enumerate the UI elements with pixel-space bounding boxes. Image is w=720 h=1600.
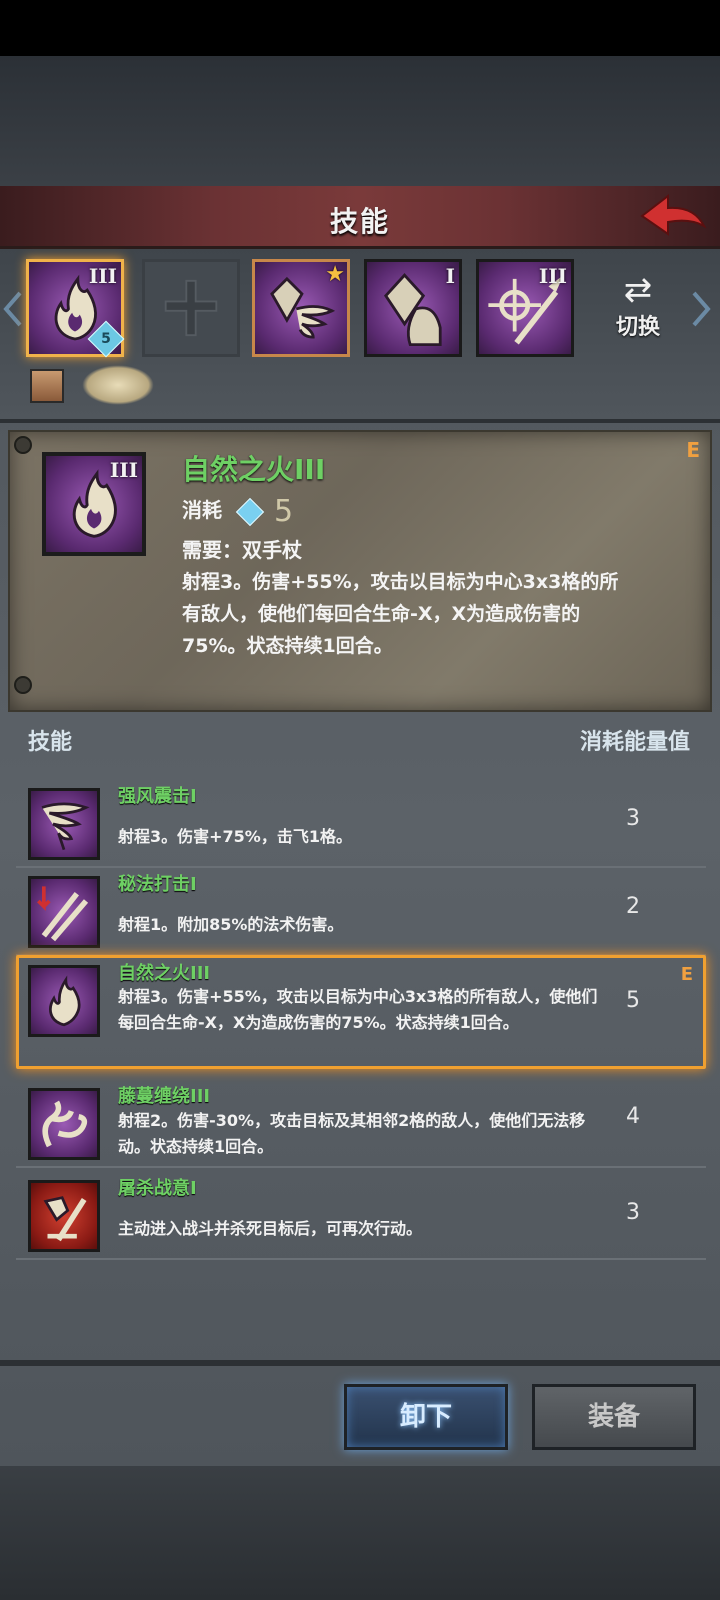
star-icon: ★	[325, 262, 345, 287]
status-bar-area	[0, 0, 720, 56]
slaughter-icon	[43, 1196, 87, 1242]
equipped-slot-3[interactable]: ★	[252, 259, 350, 357]
detail-cost: 消耗 5	[182, 494, 293, 529]
skill-description: 射程3。伤害+55%，攻击以目标为中心3x3格的所有敌人，使他们每回合生命-X，…	[118, 987, 598, 1032]
skill-name: 自然之火III	[118, 963, 211, 984]
back-button[interactable]	[638, 190, 708, 240]
skill-cost: 4	[626, 1104, 640, 1129]
next-arrow-icon[interactable]	[690, 289, 712, 329]
page-title: 技能	[329, 205, 390, 238]
skill-name: 屠杀战意I	[118, 1178, 197, 1199]
skill-cost: 5	[626, 988, 640, 1013]
title-bar: 技能	[0, 186, 720, 249]
equipped-slot-1[interactable]: III 5	[26, 259, 125, 358]
slot-rank-numeral: III	[538, 264, 567, 288]
divider	[0, 1360, 720, 1366]
list-header-skill: 技能	[28, 730, 73, 755]
slot-rank-numeral: I	[445, 264, 455, 288]
skill-icon	[28, 1180, 100, 1252]
detail-requirement: 需要：双手杖	[182, 538, 302, 562]
skill-icon	[28, 876, 100, 948]
skill-detail-card: III 自然之火III E 消耗 5 需要：双手杖 射程3。伤害+55%，攻击以目…	[8, 430, 712, 712]
switch-button[interactable]: ⇄ 切换	[606, 271, 670, 351]
skill-icon	[28, 1088, 100, 1160]
equipped-slot-5[interactable]: III	[476, 259, 574, 357]
rivet-decoration	[14, 676, 32, 694]
vine-icon	[42, 1100, 88, 1148]
equipped-slot-empty[interactable]	[142, 259, 240, 357]
skill-description: 射程3。伤害+75%，击飞1格。	[118, 827, 352, 846]
slot-rank-numeral: III	[88, 264, 117, 288]
detail-skill-name: 自然之火III	[182, 453, 326, 486]
skill-row[interactable]: 强风震击I 射程3。伤害+75%，击飞1格。 3	[16, 778, 706, 868]
equipped-slot-4[interactable]: I	[364, 259, 462, 357]
arcane-spears-icon	[37, 886, 89, 942]
skill-rank-label: E	[680, 964, 693, 985]
empty-slot-cross-icon	[164, 279, 218, 337]
flame-icon	[49, 975, 81, 1027]
equipped-skills-row: III 5 ★ I III ⇄ 切换	[0, 249, 720, 423]
skill-icon	[28, 965, 100, 1037]
cost-value: 5	[274, 494, 294, 529]
detail-rank-label: E	[686, 438, 700, 462]
skill-icon	[28, 788, 100, 860]
skill-cost: 3	[626, 806, 640, 831]
cost-label: 消耗	[182, 498, 222, 522]
skill-row[interactable]: 藤蔓缠绕III 射程2。伤害-30%，攻击目标及其相邻2格的敌人，使他们无法移动…	[16, 1078, 706, 1168]
skill-description: 射程2。伤害-30%，攻击目标及其相邻2格的敌人，使他们无法移动。状态持续1回合…	[118, 1111, 586, 1156]
prev-arrow-icon[interactable]	[2, 289, 24, 329]
skill-name: 强风震击I	[118, 786, 197, 807]
skill-cost: 3	[626, 1200, 640, 1225]
skill-cost: 2	[626, 894, 640, 919]
detail-rank-numeral: III	[109, 458, 138, 482]
skill-list-header: 技能 消耗能量值	[0, 718, 720, 758]
switch-label: 切换	[615, 315, 660, 340]
scroll-item-icon[interactable]	[82, 365, 154, 405]
skill-row-selected[interactable]: 自然之火III 射程3。伤害+55%，攻击以目标为中心3x3格的所有敌人，使他们…	[16, 955, 706, 1069]
skill-row[interactable]: 秘法打击I 射程1。附加85%的法术伤害。 2	[16, 866, 706, 956]
skill-description: 主动进入战斗并杀死目标后，可再次行动。	[118, 1219, 423, 1238]
list-header-cost: 消耗能量值	[579, 730, 690, 755]
skill-name: 藤蔓缠绕III	[118, 1086, 211, 1107]
equip-button[interactable]: 装备	[532, 1384, 696, 1450]
hero-portrait-avatar[interactable]	[30, 369, 64, 403]
skill-name: 秘法打击I	[118, 874, 197, 895]
back-arrow-icon	[640, 193, 707, 236]
skill-row[interactable]: 屠杀战意I 主动进入战斗并杀死目标后，可再次行动。 3	[16, 1170, 706, 1260]
detail-skill-icon: III	[42, 452, 146, 556]
energy-gem-icon	[235, 497, 265, 526]
detail-description: 射程3。伤害+55%，攻击以目标为中心3x3格的所有敌人，使他们每回合生命-X，…	[182, 571, 619, 657]
skill-description: 射程1。附加85%的法术伤害。	[118, 915, 344, 934]
unequip-button[interactable]: 卸下	[344, 1384, 508, 1450]
swap-arrows-icon: ⇄	[623, 270, 653, 310]
rivet-decoration	[14, 436, 32, 454]
background	[0, 56, 720, 186]
bottom-background	[0, 1466, 720, 1600]
tornado-icon	[41, 802, 90, 851]
